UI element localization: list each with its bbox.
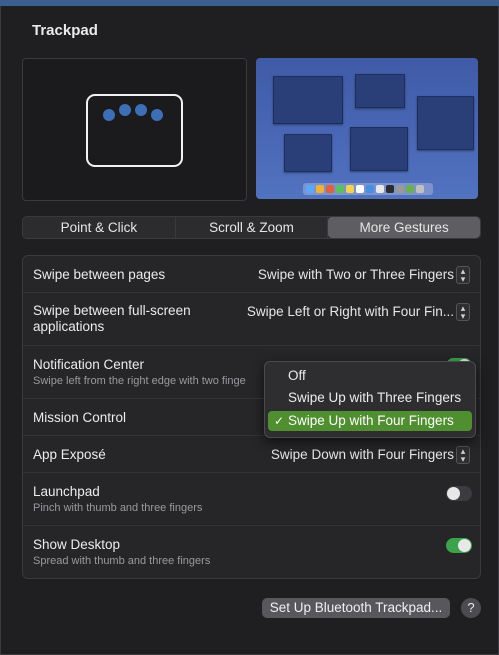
- dock-app-icon: [406, 185, 414, 193]
- finger-dot-icon: [119, 104, 131, 116]
- dock-app-icon: [316, 185, 324, 193]
- finger-dot-icon: [151, 109, 163, 121]
- dock-app-icon: [376, 185, 384, 193]
- up-down-chevron-icon[interactable]: ▴ ▾: [456, 303, 470, 321]
- setting-label: Notification Center: [33, 357, 145, 372]
- setting-label: Mission Control: [33, 410, 127, 425]
- fullscreen-apps-popup[interactable]: Swipe Left or Right with Four Fin...: [247, 304, 454, 319]
- option-label: Swipe Up with Four Fingers: [288, 413, 454, 428]
- setting-subtitle: Spread with thumb and three fingers: [33, 555, 211, 567]
- dropdown-option-three-fingers[interactable]: Swipe Up with Three Fingers: [268, 388, 472, 408]
- up-down-chevron-icon[interactable]: ▴ ▾: [456, 266, 470, 284]
- setting-label: Swipe between full-screen applications: [33, 303, 191, 334]
- dock-app-icon: [346, 185, 354, 193]
- option-label: Swipe Up with Three Fingers: [288, 390, 462, 405]
- tab-more-gestures[interactable]: More Gestures: [328, 217, 480, 238]
- dock-app-icon: [396, 185, 404, 193]
- setting-label: Show Desktop: [33, 537, 121, 552]
- dropdown-option-four-fingers[interactable]: ✓ Swipe Up with Four Fingers: [268, 411, 472, 431]
- question-icon[interactable]: ?: [461, 598, 481, 618]
- preview-window: [417, 96, 474, 150]
- toggle-knob: [447, 487, 460, 500]
- dock-app-icon: [366, 185, 374, 193]
- mission-control-dropdown: Off Swipe Up with Three Fingers ✓ Swipe …: [264, 361, 476, 438]
- up-down-chevron-icon[interactable]: ▴ ▾: [456, 446, 470, 464]
- toggle-knob: [458, 539, 471, 552]
- preview-window: [284, 134, 332, 172]
- checkmark-icon: ✓: [274, 414, 285, 428]
- setting-row-fullscreen-apps: Swipe between full-screen applications S…: [23, 293, 480, 346]
- setting-row-swipe-pages: Swipe between pages Swipe with Two or Th…: [23, 256, 480, 293]
- setting-row-show-desktop: Show Desktop Spread with thumb and three…: [23, 526, 480, 578]
- preview-window: [273, 76, 343, 124]
- dock-app-icon: [306, 185, 314, 193]
- finger-dot-icon: [103, 109, 115, 121]
- finger-dot-icon: [135, 104, 147, 116]
- setting-label: Launchpad: [33, 484, 100, 499]
- dock-app-icon: [386, 185, 394, 193]
- setting-row-app-expose: App Exposé Swipe Down with Four Fingers …: [23, 436, 480, 473]
- dock-app-icon: [326, 185, 334, 193]
- setting-label: App Exposé: [33, 447, 106, 462]
- gesture-tabs: Point & Click Scroll & Zoom More Gesture…: [22, 216, 481, 239]
- dock-app-icon: [416, 185, 424, 193]
- preview-window: [350, 127, 408, 171]
- trackpad-illustration: [86, 94, 183, 167]
- mission-control-preview: [256, 58, 478, 199]
- setting-subtitle: Pinch with thumb and three fingers: [33, 502, 203, 514]
- setting-label: Swipe between pages: [33, 267, 166, 282]
- setting-row-launchpad: Launchpad Pinch with thumb and three fin…: [23, 473, 480, 526]
- option-label: Off: [288, 368, 306, 383]
- swipe-pages-popup[interactable]: Swipe with Two or Three Fingers: [258, 267, 454, 282]
- tab-point-click[interactable]: Point & Click: [23, 217, 176, 238]
- setup-bluetooth-trackpad-button[interactable]: Set Up Bluetooth Trackpad...: [262, 598, 450, 618]
- app-expose-popup[interactable]: Swipe Down with Four Fingers: [271, 447, 454, 462]
- preview-window: [355, 74, 405, 108]
- dock-app-icon: [356, 185, 364, 193]
- dock-app-icon: [336, 185, 344, 193]
- trackpad-gesture-preview: [22, 58, 247, 201]
- tab-scroll-zoom[interactable]: Scroll & Zoom: [176, 217, 329, 238]
- dock-icon: [303, 183, 433, 195]
- dropdown-option-off[interactable]: Off: [268, 366, 472, 386]
- page-title: Trackpad: [32, 22, 98, 39]
- launchpad-toggle[interactable]: [446, 486, 472, 501]
- setting-subtitle: Swipe left from the right edge with two …: [33, 375, 246, 387]
- show-desktop-toggle[interactable]: [446, 538, 472, 553]
